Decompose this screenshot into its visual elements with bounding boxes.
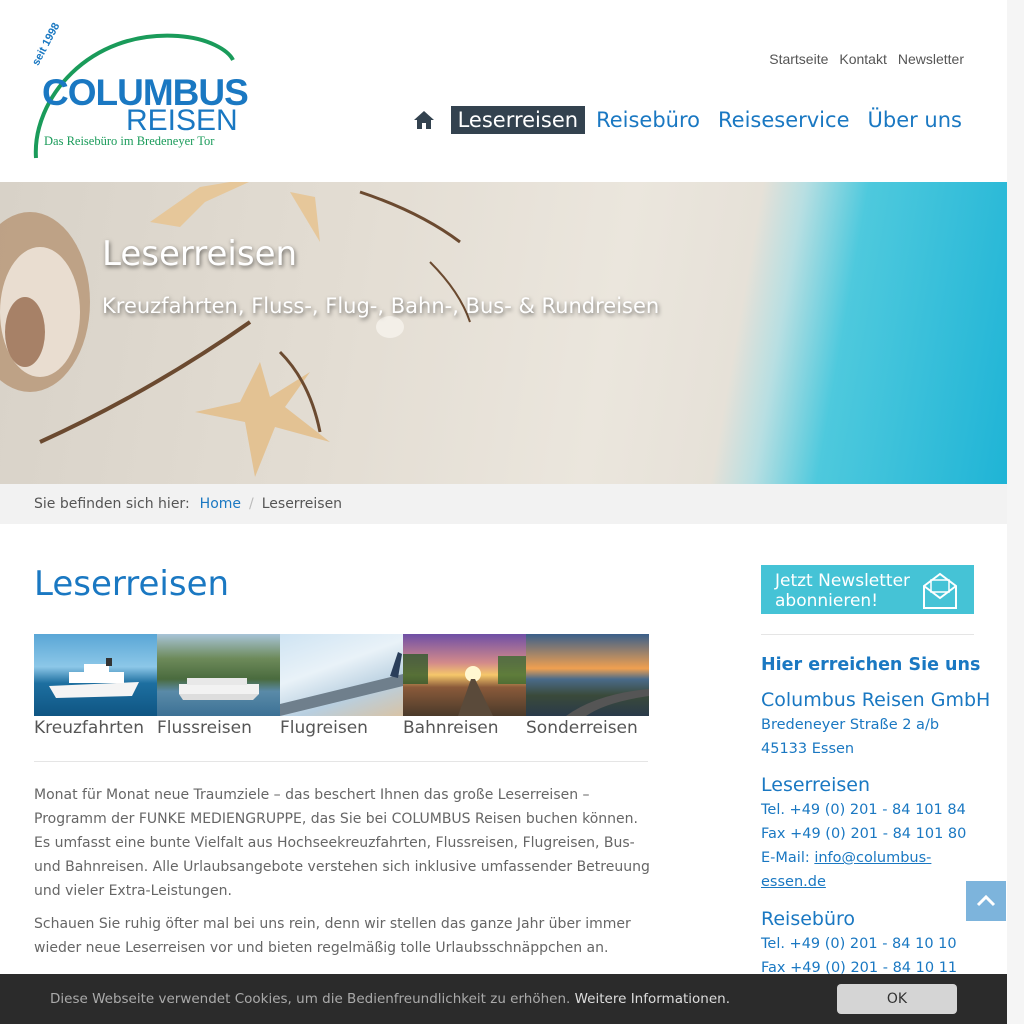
topnav-newsletter[interactable]: Newsletter: [898, 51, 964, 67]
airplane-wing-image: [280, 634, 403, 716]
breadcrumb-home-link[interactable]: Home: [200, 496, 241, 512]
nav-ueber-uns[interactable]: Über uns: [861, 106, 970, 134]
reisebuero-contact-title: Reisebüro: [761, 908, 856, 930]
content-divider: [34, 761, 648, 762]
email-label: E-Mail:: [761, 850, 815, 866]
cookie-text: Diese Webseite verwendet Cookies, um die…: [50, 991, 730, 1007]
intro-paragraph: Monat für Monat neue Traumziele – das be…: [34, 787, 650, 899]
tile-label: Bahnreisen: [403, 718, 499, 738]
tile-label: Kreuzfahrten: [34, 718, 144, 738]
cookie-more-info-link[interactable]: Weitere Informationen.: [575, 991, 730, 1007]
tile-flussreisen[interactable]: Flussreisen: [157, 634, 280, 738]
tile-label: Flussreisen: [157, 718, 252, 738]
contact-heading: Hier erreichen Sie uns: [761, 655, 981, 675]
top-navigation: Startseite Kontakt Newsletter: [769, 51, 964, 67]
cookie-consent-bar: Diese Webseite verwendet Cookies, um die…: [0, 974, 1007, 1024]
site-header: seit 1998 COLUMBUS REISEN Das Reisebüro …: [0, 0, 1024, 182]
second-paragraph: Schauen Sie ruhig öfter mal bei uns rein…: [34, 916, 631, 956]
tile-sonderreisen[interactable]: Sonderreisen: [526, 634, 649, 738]
leserreisen-contact-title: Leserreisen: [761, 774, 870, 796]
nav-reisebuero[interactable]: Reisebüro: [589, 106, 707, 134]
chevron-up-icon: [976, 895, 996, 907]
breadcrumb: Sie befinden sich hier: Home / Leserreis…: [0, 484, 1007, 524]
topnav-startseite[interactable]: Startseite: [769, 51, 828, 67]
newsletter-subscribe-banner[interactable]: Jetzt Newsletter abonnieren!: [761, 565, 974, 614]
page-title: Leserreisen: [34, 564, 230, 604]
company-name: Columbus Reisen GmbH: [761, 689, 991, 711]
tile-label: Flugreisen: [280, 718, 368, 738]
reisebuero-phone[interactable]: Tel. +49 (0) 201 - 84 10 10: [761, 932, 974, 956]
cookie-ok-button[interactable]: OK: [837, 984, 957, 1014]
sidebar-divider: [761, 634, 974, 635]
topnav-kontakt[interactable]: Kontakt: [839, 51, 886, 67]
cruise-ship-image: [34, 634, 157, 716]
breadcrumb-separator: /: [249, 496, 254, 512]
breadcrumb-prefix: Sie befinden sich hier:: [34, 496, 190, 512]
home-icon[interactable]: [407, 104, 441, 136]
page-scrollbar[interactable]: [1007, 0, 1024, 1024]
hero-subtitle: Kreuzfahrten, Fluss-, Flug-, Bahn-, Bus-…: [102, 294, 660, 318]
logo-sub-text: REISEN: [126, 104, 238, 137]
leserreisen-fax: Fax +49 (0) 201 - 84 101 80: [761, 826, 967, 842]
nav-reiseservice[interactable]: Reiseservice: [711, 106, 857, 134]
tile-flugreisen[interactable]: Flugreisen: [280, 634, 403, 738]
address-street: Bredeneyer Straße 2 a/b: [761, 717, 940, 733]
beach-illustration: [0, 182, 471, 477]
columbus-reisen-logo[interactable]: seit 1998 COLUMBUS REISEN Das Reisebüro …: [28, 21, 249, 170]
nav-leserreisen[interactable]: Leserreisen: [450, 106, 586, 134]
railway-sunset-image: [403, 634, 526, 716]
scroll-to-top-button[interactable]: [966, 881, 1006, 921]
tile-bahnreisen[interactable]: Bahnreisen: [403, 634, 526, 738]
hero-banner: Leserreisen Kreuzfahrten, Fluss-, Flug-,…: [0, 182, 1007, 484]
main-navigation: Leserreisen Reisebüro Reiseservice Über …: [407, 104, 969, 136]
cookie-message: Diese Webseite verwendet Cookies, um die…: [50, 991, 575, 1007]
hero-title: Leserreisen: [102, 234, 298, 274]
road-sunset-image: [526, 634, 649, 716]
river-cruise-image: [157, 634, 280, 716]
envelope-icon: [922, 570, 958, 615]
leserreisen-phone[interactable]: Tel. +49 (0) 201 - 84 101 84: [761, 798, 974, 822]
email-line: E-Mail: info@columbus-essen.de: [761, 846, 974, 894]
tile-label: Sonderreisen: [526, 718, 638, 738]
logo-tagline: Das Reisebüro im Bredeneyer Tor: [44, 134, 215, 148]
breadcrumb-current: Leserreisen: [261, 496, 343, 512]
tile-kreuzfahrten[interactable]: Kreuzfahrten: [34, 634, 157, 738]
address-city: 45133 Essen: [761, 741, 855, 757]
travel-category-tiles: Kreuzfahrten Flussreisen Flugreisen Bahn…: [34, 634, 649, 738]
